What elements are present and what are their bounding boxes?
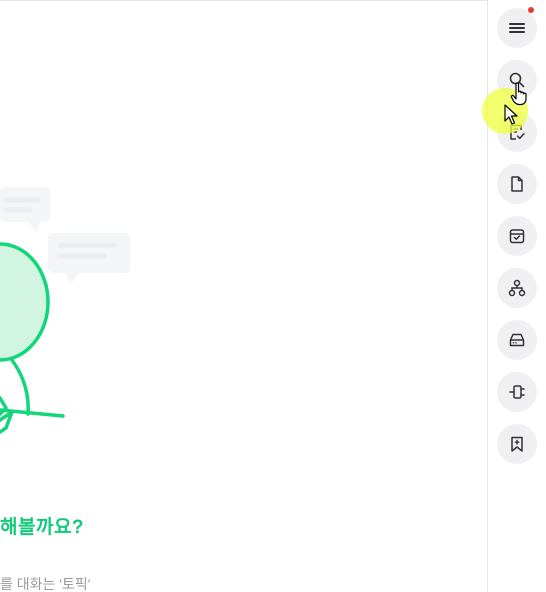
arrow-cursor-icon bbox=[504, 104, 518, 125]
welcome-headline: 해볼까요? bbox=[0, 517, 85, 538]
welcome-subtext: 를 대화는 '토픽' bbox=[0, 576, 91, 592]
hand-cursor-icon bbox=[510, 82, 527, 106]
archive-box-icon bbox=[509, 229, 525, 244]
notification-badge bbox=[528, 7, 534, 13]
bookmarks-button[interactable] bbox=[497, 424, 537, 464]
welcome-illustration bbox=[0, 187, 130, 434]
bookmark-icon bbox=[511, 436, 523, 452]
archive-button[interactable] bbox=[497, 216, 537, 256]
connector-icon bbox=[509, 385, 525, 399]
files-button[interactable] bbox=[497, 164, 537, 204]
integrations-button[interactable] bbox=[497, 372, 537, 412]
hamburger-icon bbox=[509, 23, 525, 33]
organization-button[interactable] bbox=[497, 268, 537, 308]
file-icon bbox=[511, 176, 523, 192]
org-chart-icon bbox=[508, 279, 526, 297]
menu-button[interactable] bbox=[497, 7, 537, 48]
main-content: 해볼까요? 를 대화는 '토픽' bbox=[0, 0, 487, 592]
drive-button[interactable] bbox=[497, 320, 537, 360]
drive-icon bbox=[509, 333, 525, 347]
